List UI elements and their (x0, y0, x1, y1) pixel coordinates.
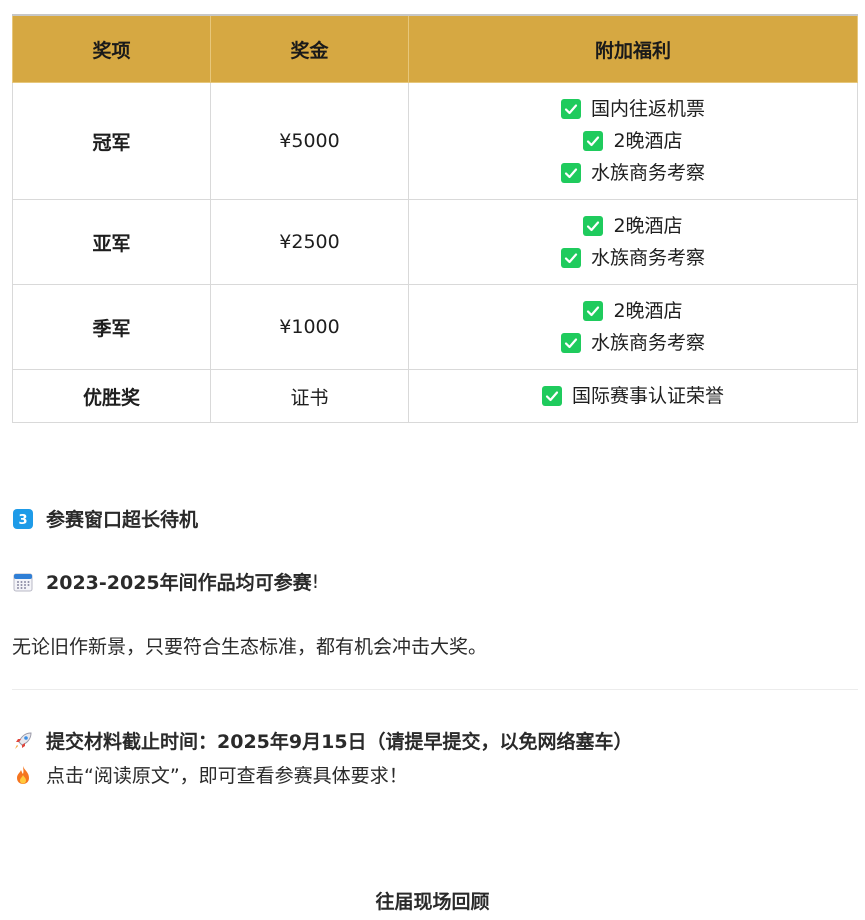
table-row: 亚军 ¥2500 2晚酒店 水族商务考察 (12, 199, 858, 285)
table-body: 冠军 ¥5000 国内往返机票 2晚酒店 水族商务考察 亚军 ¥2500 2晚酒店 水族商务考察… (12, 82, 858, 423)
benefit-item: 水族商务考察 (409, 157, 857, 189)
benefits-list: 国际赛事认证荣誉 (409, 380, 857, 412)
check-box-icon (560, 163, 581, 183)
benefit-text: 国际赛事认证荣誉 (571, 385, 724, 407)
prize-cell: ¥1000 (210, 284, 409, 370)
benefits-cell: 2晚酒店水族商务考察 (408, 199, 858, 285)
calendar-icon (12, 571, 34, 593)
award-cell: 亚军 (12, 199, 211, 285)
calendar-line-bold: 2023-2025年间作品均可参赛 (46, 572, 312, 594)
benefit-item: 2晚酒店 (409, 295, 857, 327)
benefit-item: 国内往返机票 (409, 93, 857, 125)
check-box-icon (560, 333, 581, 353)
benefits-list: 2晚酒店水族商务考察 (409, 200, 857, 284)
benefit-text: 水族商务考察 (590, 332, 705, 354)
check-box-icon (583, 301, 604, 321)
check-box-icon (583, 131, 604, 151)
deadline-line: 提交材料截止时间：2025年9月15日（请提早提交，以免网络塞车） (12, 727, 633, 754)
benefit-item: 2晚酒店 (409, 125, 857, 157)
header-benefits: 附加福利 (408, 14, 858, 83)
benefits-cell: 2晚酒店水族商务考察 (408, 284, 858, 370)
benefit-text: 2晚酒店 (613, 215, 683, 237)
divider (12, 689, 858, 690)
prize-cell: 证书 (210, 369, 409, 423)
section-3-title: 参赛窗口超长待机 (46, 509, 199, 531)
table-row: 优胜奖 证书 国际赛事认证荣誉 (12, 369, 858, 423)
section-3-heading: 3 参赛窗口超长待机 (12, 505, 198, 532)
benefit-text: 2晚酒店 (613, 130, 683, 152)
prize-cell: ¥2500 (210, 199, 409, 285)
table-row: 季军 ¥1000 2晚酒店 水族商务考察 (12, 284, 858, 370)
award-cell: 季军 (12, 284, 211, 370)
benefit-text: 国内往返机票 (590, 98, 705, 120)
benefit-text: 2晚酒店 (613, 300, 683, 322)
table-row: 冠军 ¥5000 国内往返机票 2晚酒店水族商务考察 (12, 82, 858, 200)
calendar-line: 2023-2025年间作品均可参赛 ! (12, 568, 319, 595)
header-prize: 奖金 (210, 14, 409, 83)
svg-text:3: 3 (18, 513, 27, 528)
benefit-item: 国际赛事认证荣誉 (409, 380, 857, 412)
review-title: 往届现场回顾 (375, 891, 490, 913)
benefit-item: 水族商务考察 (409, 242, 857, 274)
read-more-text: 点击“阅读原文”，即可查看参赛具体要求！ (46, 765, 408, 787)
check-box-icon (583, 216, 604, 236)
check-box-icon (560, 99, 581, 119)
award-cell: 冠军 (12, 82, 211, 200)
read-more-line: 点击“阅读原文”，即可查看参赛具体要求！ (12, 761, 408, 788)
benefits-cell: 国内往返机票 2晚酒店水族商务考察 (408, 82, 858, 200)
rocket-icon (12, 730, 34, 752)
benefits-cell: 国际赛事认证荣誉 (408, 369, 858, 423)
calendar-line-suffix: ! (311, 570, 320, 593)
benefits-list: 2晚酒店水族商务考察 (409, 285, 857, 369)
prize-cell: ¥5000 (210, 82, 409, 200)
benefit-item: 2晚酒店 (409, 210, 857, 242)
keycap-3-icon: 3 (12, 508, 34, 530)
awards-table: 奖项 奖金 附加福利 冠军 ¥5000 国内往返机票 2晚酒店 水族商务考察 亚军 ¥250… (12, 14, 858, 423)
check-box-icon (541, 386, 562, 406)
page: 奖项 奖金 附加福利 冠军 ¥5000 国内往返机票 2晚酒店 水族商务考察 亚军 ¥250… (0, 0, 865, 920)
benefit-item: 水族商务考察 (409, 327, 857, 359)
benefit-text: 水族商务考察 (590, 247, 705, 269)
table-header-row: 奖项 奖金 附加福利 (12, 14, 858, 83)
body-paragraph: 无论旧作新景，只要符合生态标准，都有机会冲击大奖。 (12, 636, 488, 658)
benefits-list: 国内往返机票 2晚酒店水族商务考察 (409, 83, 857, 199)
header-award: 奖项 (12, 14, 211, 83)
deadline-text: 提交材料截止时间：2025年9月15日（请提早提交，以免网络塞车） (46, 731, 633, 753)
award-cell: 优胜奖 (12, 369, 211, 423)
benefit-text: 水族商务考察 (590, 162, 705, 184)
fire-icon (12, 764, 34, 786)
check-box-icon (560, 248, 581, 268)
